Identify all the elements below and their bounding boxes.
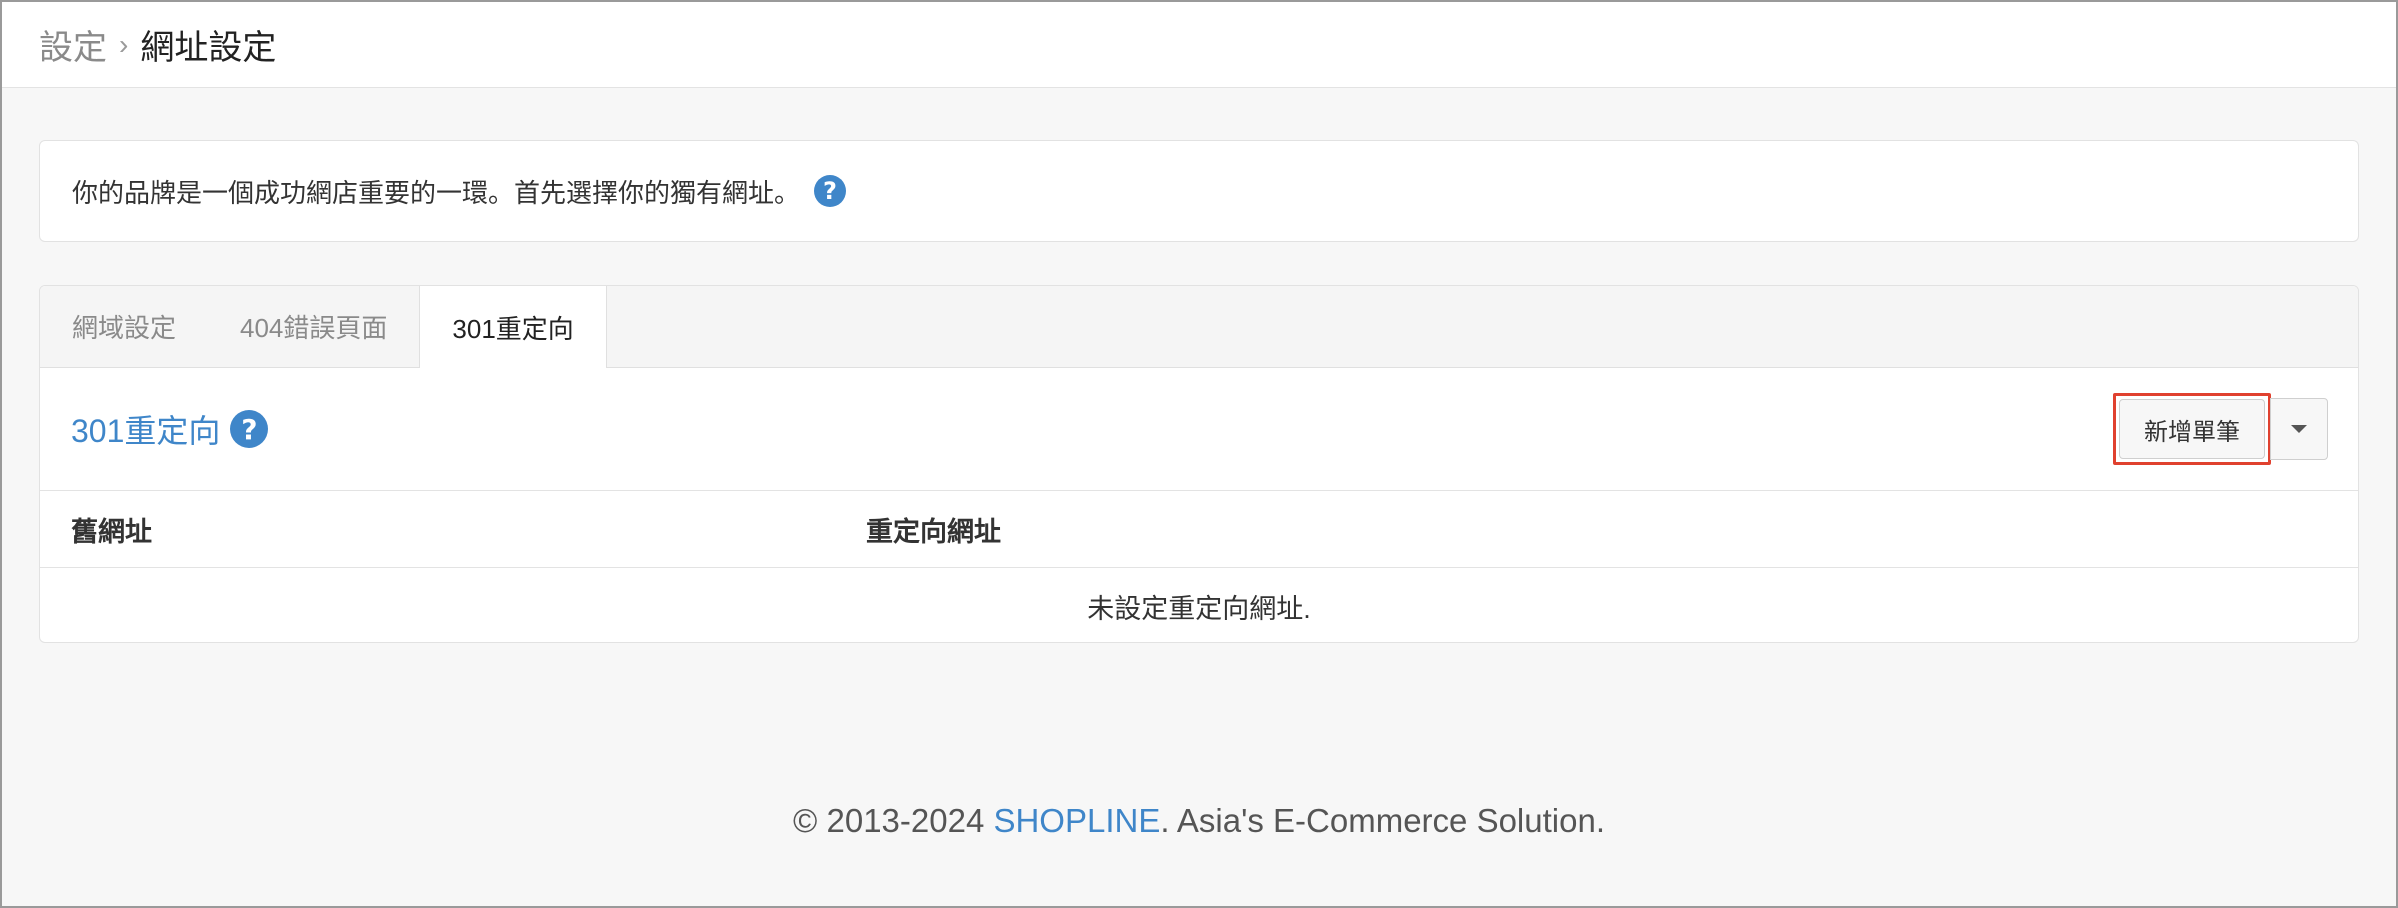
add-button-group: 新增單筆 <box>2113 393 2328 465</box>
footer-tagline: . Asia's E-Commerce Solution. <box>1160 802 1605 839</box>
add-single-button[interactable]: 新增單筆 <box>2119 399 2265 459</box>
question-circle-icon[interactable]: ? <box>230 410 269 448</box>
tab-bar: 網域設定 404錯誤頁面 301重定向 <box>40 286 2358 368</box>
breadcrumb: 設定 › 網址設定 <box>2 2 2396 88</box>
column-header-redirect-url: 重定向網址 <box>866 516 1001 547</box>
table-header: 舊網址 重定向網址 <box>40 491 2358 568</box>
url-settings-panel: 網域設定 404錯誤頁面 301重定向 301重定向 ? 新增單筆 舊網址 重定… <box>39 285 2359 643</box>
notice-text: 你的品牌是一個成功網店重要的一環。首先選擇你的獨有網址。 <box>72 177 801 208</box>
section-title: 301重定向 ? <box>71 406 269 452</box>
highlight-box: 新增單筆 <box>2113 393 2271 465</box>
question-circle-icon[interactable]: ? <box>814 175 847 207</box>
footer-brand-link[interactable]: SHOPLINE <box>993 802 1160 839</box>
tab-404-page[interactable]: 404錯誤頁面 <box>208 286 419 367</box>
section-title-text: 301重定向 <box>71 413 221 449</box>
tab-301-redirect[interactable]: 301重定向 <box>419 286 607 368</box>
info-notice: 你的品牌是一個成功網店重要的一環。首先選擇你的獨有網址。 ? <box>39 140 2359 242</box>
empty-state-message: 未設定重定向網址. <box>1087 593 1311 624</box>
tab-domain-settings[interactable]: 網域設定 <box>40 286 208 367</box>
add-options-dropdown-button[interactable] <box>2270 398 2328 460</box>
page-title: 網址設定 <box>140 29 277 67</box>
footer: © 2013-2024 SHOPLINE. Asia's E-Commerce … <box>2 802 2396 840</box>
chevron-right-icon: › <box>119 28 129 60</box>
section-header: 301重定向 ? 新增單筆 <box>40 368 2358 491</box>
breadcrumb-settings-link[interactable]: 設定 <box>39 20 107 69</box>
footer-copyright: © 2013-2024 <box>793 802 994 839</box>
caret-down-icon <box>2291 425 2307 433</box>
column-header-old-url: 舊網址 <box>71 516 152 547</box>
